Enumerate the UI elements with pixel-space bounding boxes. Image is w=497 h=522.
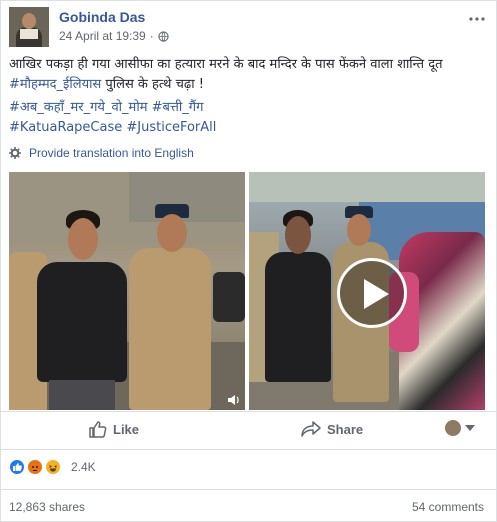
post-timestamp[interactable]: 24 April at 19:39 — [59, 29, 146, 43]
reactions-count: 2.4K — [71, 460, 96, 474]
hashtags-line-2[interactable]: #KatuaRapeCase #JusticeForAll — [9, 118, 489, 138]
globe-icon[interactable] — [158, 30, 169, 42]
play-button[interactable] — [337, 258, 407, 328]
translate-link[interactable]: Provide translation into English — [9, 146, 194, 160]
angry-reaction-icon — [27, 459, 43, 475]
officer-khaki — [129, 248, 211, 410]
man-face — [68, 218, 98, 260]
post-text-part2: पुलिस के हत्थे चढ़ा ! — [101, 77, 204, 92]
speaker-icon[interactable] — [227, 394, 241, 406]
hashtags-line-1[interactable]: #अब_कहाँ_मर_गये_वो_मोम #बत्ती_गैंग — [9, 98, 489, 118]
haha-reaction-icon — [45, 459, 61, 475]
author-avatar[interactable] — [9, 7, 49, 47]
motorbike — [213, 272, 245, 322]
avatar-head — [22, 13, 36, 29]
post-media — [9, 172, 485, 410]
man-trousers — [49, 380, 115, 410]
post-text-mention[interactable]: #मौहम्मद_ईलियास — [9, 77, 101, 92]
background-sky — [249, 172, 485, 202]
media-image-1[interactable] — [9, 172, 245, 410]
like-reaction-icon — [9, 459, 25, 475]
post-text-part1: आखिर पकड़ा ही गया आसीफा का हत्यारा मरने … — [9, 57, 443, 72]
like-label: Like — [113, 421, 140, 437]
gear-icon — [9, 147, 21, 159]
chevron-down-icon — [465, 425, 475, 431]
divider — [1, 489, 497, 490]
avatar-sign — [20, 29, 38, 39]
translate-label: Provide translation into English — [29, 146, 194, 160]
officer-face — [347, 214, 371, 246]
officer-face — [157, 214, 187, 252]
man-dark-shirt — [37, 262, 127, 382]
post-hashtags: #अब_कहाँ_मर_गये_वो_मोम #बत्ती_गैंग #Katu… — [9, 98, 489, 138]
shares-count[interactable]: 12,863 shares — [9, 500, 85, 514]
share-label: Share — [327, 421, 364, 437]
man-dark-shirt — [265, 252, 331, 382]
man-face — [285, 216, 311, 254]
ellipsis-icon[interactable] — [469, 9, 485, 27]
share-button[interactable]: Share — [301, 414, 363, 444]
meta-separator: · — [149, 29, 154, 43]
share-arrow-icon — [301, 421, 321, 437]
action-bar: Like Share — [9, 414, 485, 444]
post-header: Gobinda Das 24 April at 19:39 · — [9, 7, 489, 47]
post-text: आखिर पकड़ा ही गया आसीफा का हत्यारा मरने … — [9, 55, 489, 95]
reaction-summary[interactable]: 2.4K — [9, 459, 96, 475]
user-avatar — [445, 420, 461, 436]
play-icon — [364, 279, 389, 309]
comments-count[interactable]: 54 comments — [412, 500, 484, 514]
thumbs-up-icon — [89, 421, 107, 438]
like-button[interactable]: Like — [89, 414, 139, 444]
divider — [1, 411, 497, 412]
post-card: Gobinda Das 24 April at 19:39 · आखिर पकड… — [0, 0, 497, 522]
reaction-identity-picker[interactable] — [445, 420, 475, 436]
post-meta: 24 April at 19:39 · — [59, 29, 169, 43]
author-name[interactable]: Gobinda Das — [59, 9, 145, 25]
divider — [1, 449, 497, 450]
